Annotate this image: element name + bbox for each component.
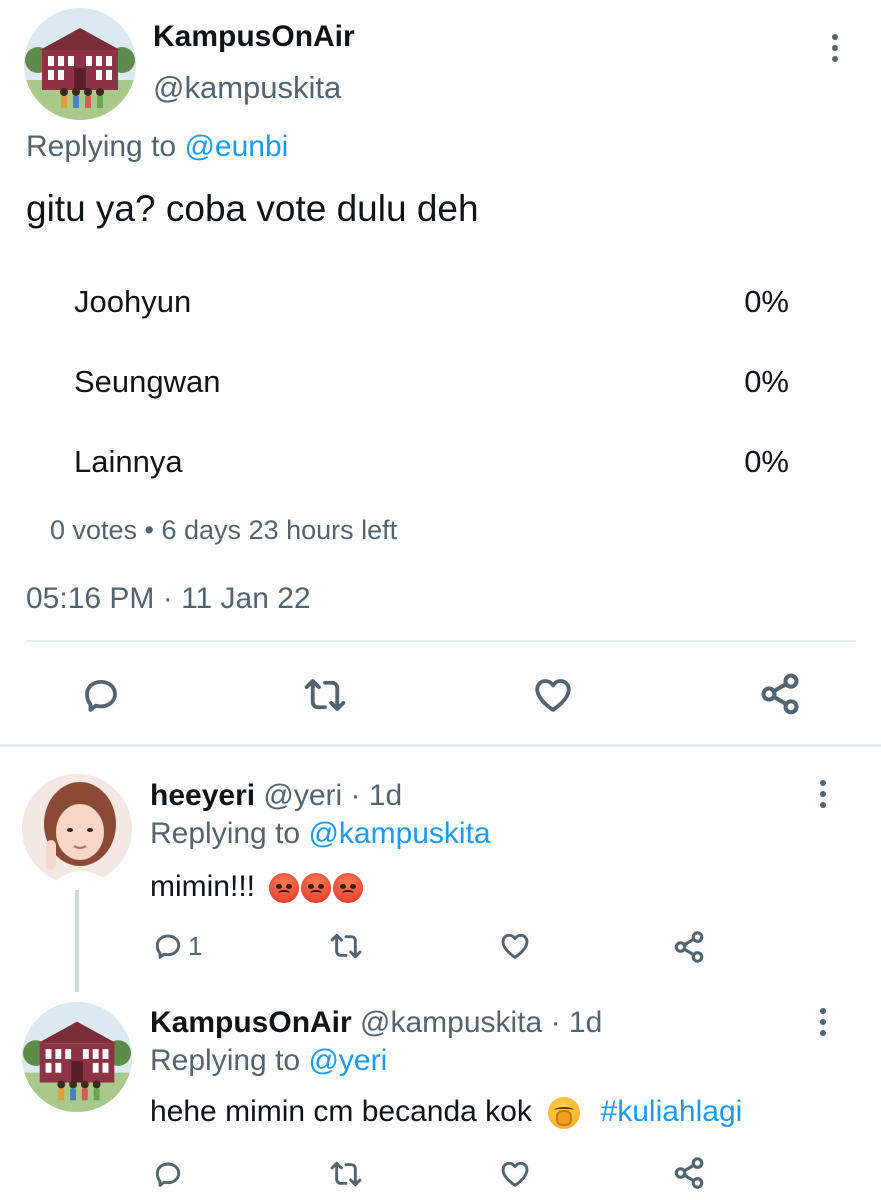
reply-icon (85, 679, 117, 712)
author-handle[interactable]: @kampuskita · 1d (360, 1006, 602, 1039)
poll-option-label: Lainnya (74, 444, 183, 479)
reply-header: KampusOnAir @kampuskita · 1d (150, 1006, 602, 1040)
poll-option-label: Joohyun (74, 284, 192, 319)
like-button[interactable] (498, 1158, 532, 1190)
share-icon (674, 931, 704, 963)
replying-line: Replying to @eunbi (26, 130, 288, 164)
share-icon (761, 673, 799, 715)
divider (26, 640, 856, 642)
poll-option: Joohyun 0% (74, 282, 789, 322)
author-handle[interactable]: @kampuskita (153, 70, 341, 106)
poll-option-percent: 0% (744, 364, 789, 399)
poll-option-label: Seungwan (74, 364, 221, 399)
reply-count: 1 (188, 930, 203, 961)
author-handle[interactable]: @yeri · 1d (263, 779, 402, 812)
author-name[interactable]: KampusOnAir (150, 1006, 352, 1039)
share-button[interactable] (758, 672, 802, 716)
tweet-timestamp[interactable]: 05:16 PM · 11 Jan 22 (26, 582, 311, 616)
reply-header: heeyeri @yeri · 1d (150, 779, 402, 813)
replying-to-link[interactable]: @eunbi (184, 130, 288, 163)
reply-button[interactable] (80, 674, 122, 716)
reply-button[interactable]: 1 (152, 930, 202, 962)
retweet-button[interactable] (328, 930, 364, 962)
like-button[interactable] (531, 674, 575, 716)
more-options-icon[interactable] (819, 780, 827, 808)
retweet-icon (330, 933, 362, 959)
avatar[interactable] (22, 1002, 132, 1112)
angry-face-emoji (269, 870, 365, 904)
avatar[interactable] (24, 8, 136, 120)
replying-prefix: Replying to (150, 1044, 301, 1077)
poll-option-percent: 0% (744, 284, 789, 319)
reply-button[interactable] (152, 1158, 184, 1190)
replying-to-link[interactable]: @yeri (308, 1044, 387, 1077)
share-button[interactable] (672, 930, 706, 964)
poll-option: Seungwan 0% (74, 362, 789, 402)
poll-meta: 0 votes • 6 days 23 hours left (50, 515, 398, 545)
like-button[interactable] (498, 930, 532, 962)
profile-photo-icon (22, 774, 132, 884)
tweet-text: mimin!!! (150, 870, 255, 903)
share-button[interactable] (672, 1156, 706, 1190)
poll-option-percent: 0% (744, 444, 789, 479)
poll-option: Lainnya 0% (74, 442, 789, 482)
share-icon (674, 1157, 704, 1189)
retweet-button[interactable] (328, 1158, 364, 1190)
replying-to-link[interactable]: @kampuskita (308, 817, 490, 850)
campus-building-icon (24, 8, 136, 120)
reply-icon (155, 934, 181, 959)
retweet-icon (330, 1161, 362, 1187)
hashtag-link[interactable]: #kuliahlagi (601, 1095, 743, 1128)
heart-icon (535, 679, 571, 712)
divider (0, 744, 881, 747)
shushing-face-emoji (548, 1097, 581, 1130)
heart-icon (501, 1161, 529, 1187)
tweet-text-line: mimin!!! (150, 870, 365, 904)
thread-connector-line (75, 890, 79, 992)
replying-prefix: Replying to (26, 130, 177, 163)
more-options-icon[interactable] (831, 34, 839, 62)
campus-building-icon (22, 1002, 132, 1112)
reply-icon (155, 1162, 181, 1187)
replying-line: Replying to @yeri (150, 1044, 387, 1078)
avatar[interactable] (22, 774, 132, 884)
more-options-icon[interactable] (819, 1008, 827, 1036)
author-name[interactable]: KampusOnAir (153, 20, 355, 54)
tweet-text: hehe mimin cm becanda kok (150, 1095, 532, 1128)
tweet-text-line: hehe mimin cm becanda kok #kuliahlagi (150, 1095, 743, 1130)
tweet-text: gitu ya? coba vote dulu deh (26, 188, 479, 229)
replying-prefix: Replying to (150, 817, 301, 850)
heart-icon (501, 933, 529, 959)
replying-line: Replying to @kampuskita (150, 817, 491, 851)
retweet-icon (304, 679, 346, 711)
author-name[interactable]: heeyeri (150, 779, 255, 812)
retweet-button[interactable] (302, 674, 348, 716)
